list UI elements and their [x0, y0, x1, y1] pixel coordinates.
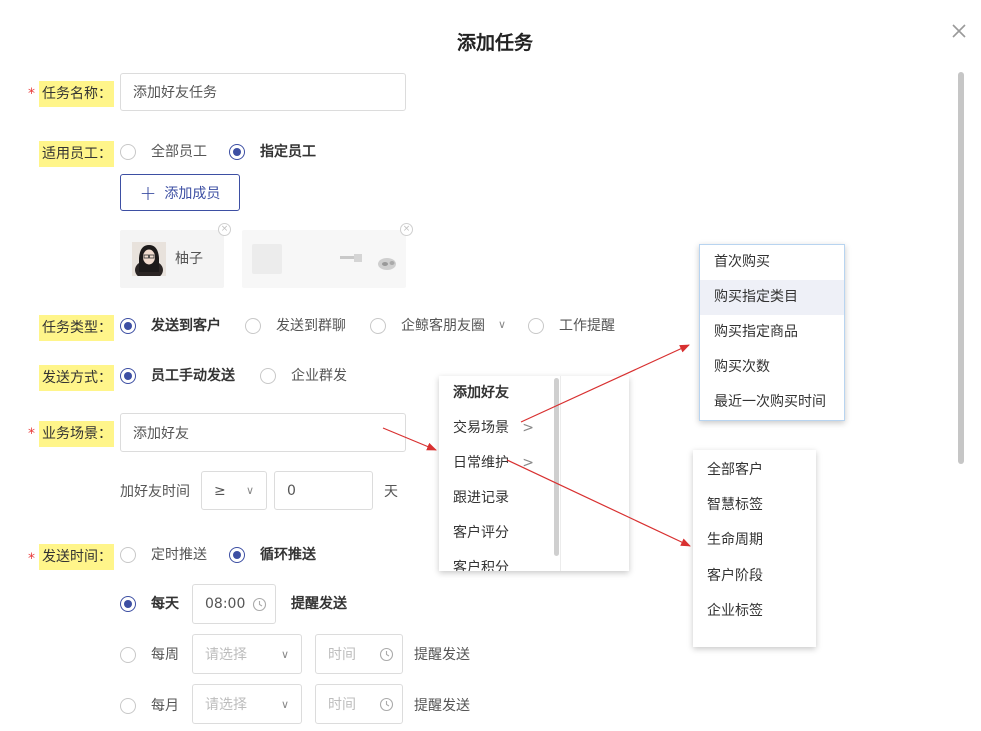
arrow-scene-to-menu — [382, 427, 437, 451]
arrow-trade-to-submenu — [520, 344, 690, 423]
annotation-arrows — [382, 344, 691, 547]
arrow-daily-to-submenu — [506, 459, 691, 547]
